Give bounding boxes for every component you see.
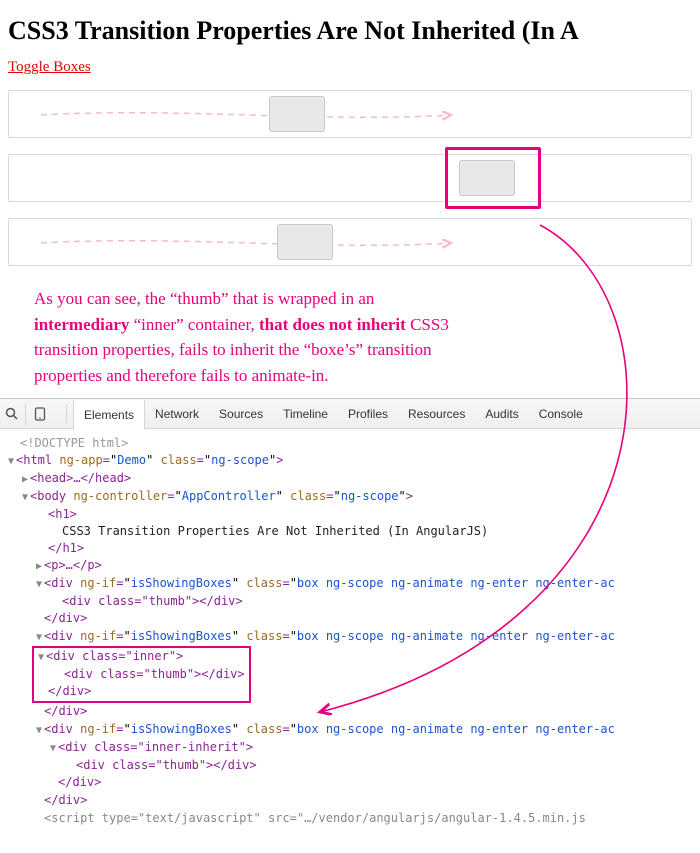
motion-arrow-icon: [41, 109, 461, 125]
dom-h1-close: </h1>: [48, 541, 84, 555]
caret-right-icon[interactable]: ▶: [20, 471, 30, 488]
tab-audits[interactable]: Audits: [475, 399, 528, 429]
dom-highlight-outline: ▼<div class="inner"> <div class="thumb">…: [32, 646, 251, 703]
toolbar-separator: [66, 404, 67, 424]
dom-thumb-div[interactable]: <div class="thumb"></div>: [64, 667, 245, 681]
caret-down-icon[interactable]: ▼: [6, 453, 16, 470]
dom-inner-inherit[interactable]: <div class="inner-inherit">: [58, 740, 253, 754]
highlight-outline: [445, 147, 541, 209]
caret-down-icon[interactable]: ▼: [34, 576, 44, 593]
caret-down-icon[interactable]: ▼: [34, 722, 44, 739]
dom-p[interactable]: <p>…</p>: [44, 558, 102, 572]
caret-down-icon[interactable]: ▼: [36, 649, 46, 666]
annotation-text: As you can see, the “thumb” that is wrap…: [8, 282, 648, 398]
tab-console[interactable]: Console: [529, 399, 593, 429]
caret-down-icon[interactable]: ▼: [20, 489, 30, 506]
caret-right-icon[interactable]: ▶: [34, 558, 44, 575]
dom-head[interactable]: <head>…</head>: [30, 471, 131, 485]
dom-thumb-div[interactable]: <div class="thumb"></div>: [62, 594, 243, 608]
dom-h1-open: <h1>: [48, 507, 77, 521]
motion-arrow-icon: [41, 237, 461, 253]
caret-down-icon[interactable]: ▼: [34, 629, 44, 646]
thumb: [277, 224, 333, 260]
dom-inner-open[interactable]: <div class="inner">: [46, 649, 183, 663]
page-title: CSS3 Transition Properties Are Not Inher…: [8, 16, 692, 46]
toggle-boxes-link[interactable]: Toggle Boxes: [8, 59, 91, 76]
dom-doctype: <!DOCTYPE html>: [20, 436, 128, 450]
devtools-panel: Elements Network Sources Timeline Profil…: [0, 398, 700, 838]
dom-h1-text: CSS3 Transition Properties Are Not Inher…: [62, 524, 488, 538]
box-3: [8, 218, 692, 266]
caret-down-icon[interactable]: ▼: [48, 740, 58, 757]
dom-tree[interactable]: <!DOCTYPE html> ▼<html ng-app="Demo" cla…: [0, 429, 700, 838]
tab-network[interactable]: Network: [145, 399, 209, 429]
search-icon[interactable]: [4, 403, 26, 425]
tab-elements[interactable]: Elements: [73, 400, 145, 430]
tab-timeline[interactable]: Timeline: [273, 399, 338, 429]
box-1: [8, 90, 692, 138]
thumb: [269, 96, 325, 132]
tab-profiles[interactable]: Profiles: [338, 399, 398, 429]
dom-script-tail: <script type="text/javascript" src="…/ve…: [44, 811, 586, 825]
device-icon[interactable]: [32, 403, 54, 425]
box-2: [8, 154, 692, 202]
tab-sources[interactable]: Sources: [209, 399, 273, 429]
dom-thumb-div[interactable]: <div class="thumb"></div>: [76, 758, 257, 772]
devtools-toolbar: Elements Network Sources Timeline Profil…: [0, 399, 700, 429]
tab-resources[interactable]: Resources: [398, 399, 475, 429]
